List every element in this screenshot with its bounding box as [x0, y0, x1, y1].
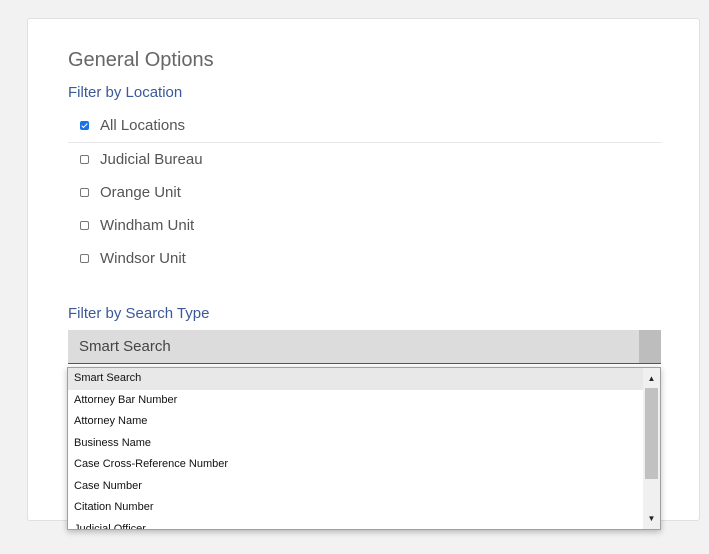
location-option-label: Judicial Bureau: [100, 151, 203, 168]
search-type-option-case-cross-reference-number[interactable]: Case Cross-Reference Number: [68, 454, 644, 476]
search-type-option-smart-search[interactable]: Smart Search: [68, 368, 644, 390]
search-type-option-attorney-name[interactable]: Attorney Name: [68, 411, 644, 433]
checkbox-unchecked-icon[interactable]: [80, 254, 89, 263]
scroll-up-arrow-icon[interactable]: ▲: [643, 370, 660, 387]
select-toggle-area[interactable]: [639, 330, 661, 363]
location-option-all-locations[interactable]: All Locations: [68, 109, 662, 143]
search-type-option-business-name[interactable]: Business Name: [68, 433, 644, 455]
checkbox-unchecked-icon[interactable]: [80, 155, 89, 164]
scroll-down-arrow-icon[interactable]: ▼: [643, 510, 660, 527]
search-type-option-case-number[interactable]: Case Number: [68, 476, 644, 498]
checkbox-unchecked-icon[interactable]: [80, 188, 89, 197]
location-option-label: All Locations: [100, 117, 186, 134]
filter-by-search-type-label: Filter by Search Type: [68, 305, 210, 322]
search-type-dropdown-list[interactable]: Smart Search Attorney Bar Number Attorne…: [67, 367, 661, 530]
search-type-selected-value: Smart Search: [79, 338, 171, 355]
location-option-label: Windsor Unit: [100, 250, 186, 267]
location-option-label: Windham Unit: [100, 217, 195, 234]
section-title: General Options: [68, 49, 214, 71]
location-option-orange-unit[interactable]: Orange Unit: [68, 176, 662, 209]
scrollbar-thumb[interactable]: [645, 388, 658, 479]
search-type-options: Smart Search Attorney Bar Number Attorne…: [68, 368, 644, 530]
search-type-option-attorney-bar-number[interactable]: Attorney Bar Number: [68, 390, 644, 412]
checkbox-checked-icon[interactable]: [80, 121, 89, 130]
checkbox-unchecked-icon[interactable]: [80, 221, 89, 230]
search-type-option-citation-number[interactable]: Citation Number: [68, 497, 644, 519]
location-checkbox-list: All Locations Judicial Bureau Orange Uni…: [68, 109, 662, 275]
filter-by-location-label: Filter by Location: [68, 84, 183, 101]
location-option-label: Orange Unit: [100, 184, 181, 201]
search-type-select[interactable]: Smart Search: [68, 330, 661, 364]
search-type-option-judicial-officer[interactable]: Judicial Officer: [68, 519, 644, 530]
location-option-windsor-unit[interactable]: Windsor Unit: [68, 242, 662, 275]
dropdown-scrollbar[interactable]: ▲ ▼: [643, 368, 660, 529]
location-option-judicial-bureau[interactable]: Judicial Bureau: [68, 143, 662, 176]
location-option-windham-unit[interactable]: Windham Unit: [68, 209, 662, 242]
